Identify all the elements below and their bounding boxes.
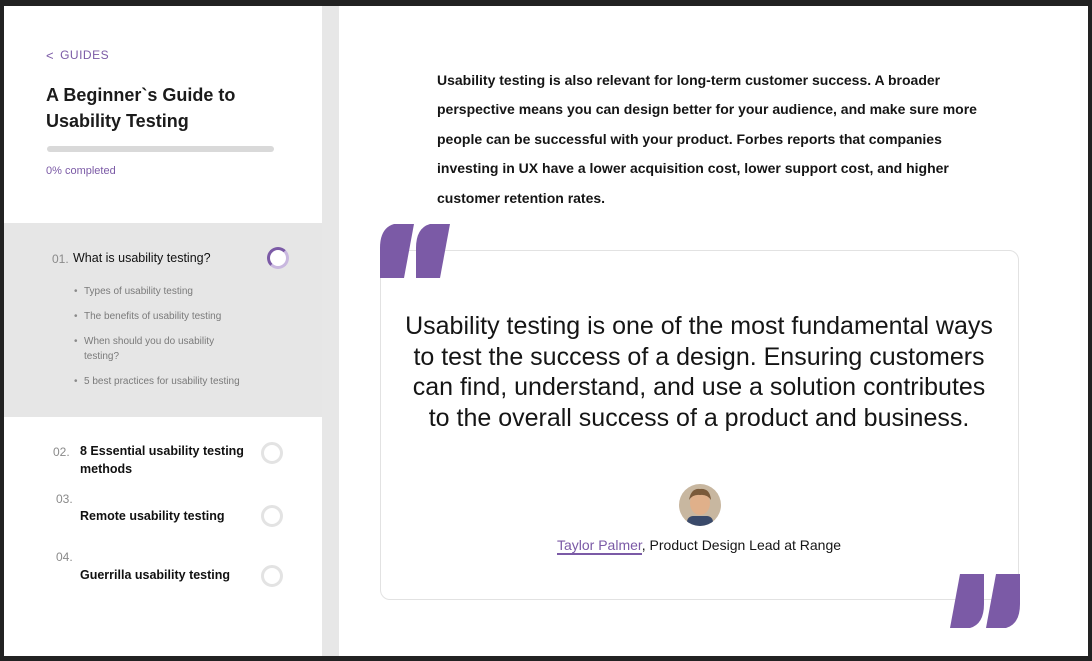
subsection-item[interactable]: When should you do usability testing? (74, 334, 244, 364)
section-status-ring[interactable] (261, 442, 283, 464)
author-avatar (679, 484, 721, 526)
back-to-guides-link[interactable]: < GUIDES (46, 48, 109, 62)
section-number: 01. (52, 252, 69, 266)
progress-bar (47, 146, 274, 152)
section-title-remote-testing[interactable]: Remote usability testing (80, 507, 250, 525)
section-status-ring[interactable] (261, 565, 283, 587)
quote-text: Usability testing is one of the most fun… (405, 312, 993, 432)
subsection-item[interactable]: Types of usability testing (74, 284, 244, 299)
section-status-ring[interactable] (267, 247, 289, 269)
guide-sidebar: < GUIDES A Beginner`s Guide to Usability… (4, 6, 322, 656)
section-number: 02. (53, 445, 70, 459)
author-role: , Product Design Lead at Range (641, 537, 842, 553)
section-title-essential-methods[interactable]: 8 Essential usability testing methods (80, 442, 250, 478)
article-content: Usability testing is also relevant for l… (339, 6, 1088, 656)
author-name-link[interactable]: Taylor Palmer (556, 537, 642, 555)
section-number: 04. (56, 550, 73, 564)
quote-attribution: Taylor Palmer, Product Design Lead at Ra… (399, 537, 999, 555)
progress-label: 0% completed (46, 165, 116, 177)
section-number: 03. (56, 492, 73, 506)
sidebar-divider (322, 6, 339, 656)
subsection-item[interactable]: The benefits of usability testing (74, 309, 244, 324)
quote-close-icon (950, 574, 1020, 628)
back-label: GUIDES (60, 48, 110, 62)
intro-paragraph: Usability testing is also relevant for l… (437, 72, 977, 206)
section-status-ring[interactable] (261, 505, 283, 527)
section-title-guerrilla-testing[interactable]: Guerrilla usability testing (80, 566, 250, 584)
chevron-left-icon: < (46, 47, 55, 63)
section-title-what-is-usability-testing[interactable]: What is usability testing? (73, 249, 243, 267)
subsection-list: Types of usability testing The benefits … (74, 284, 244, 399)
subsection-item[interactable]: 5 best practices for usability testing (74, 374, 244, 389)
app-frame: < GUIDES A Beginner`s Guide to Usability… (4, 6, 1088, 656)
guide-title: A Beginner`s Guide to Usability Testing (46, 85, 236, 131)
quote-open-icon (380, 224, 450, 278)
